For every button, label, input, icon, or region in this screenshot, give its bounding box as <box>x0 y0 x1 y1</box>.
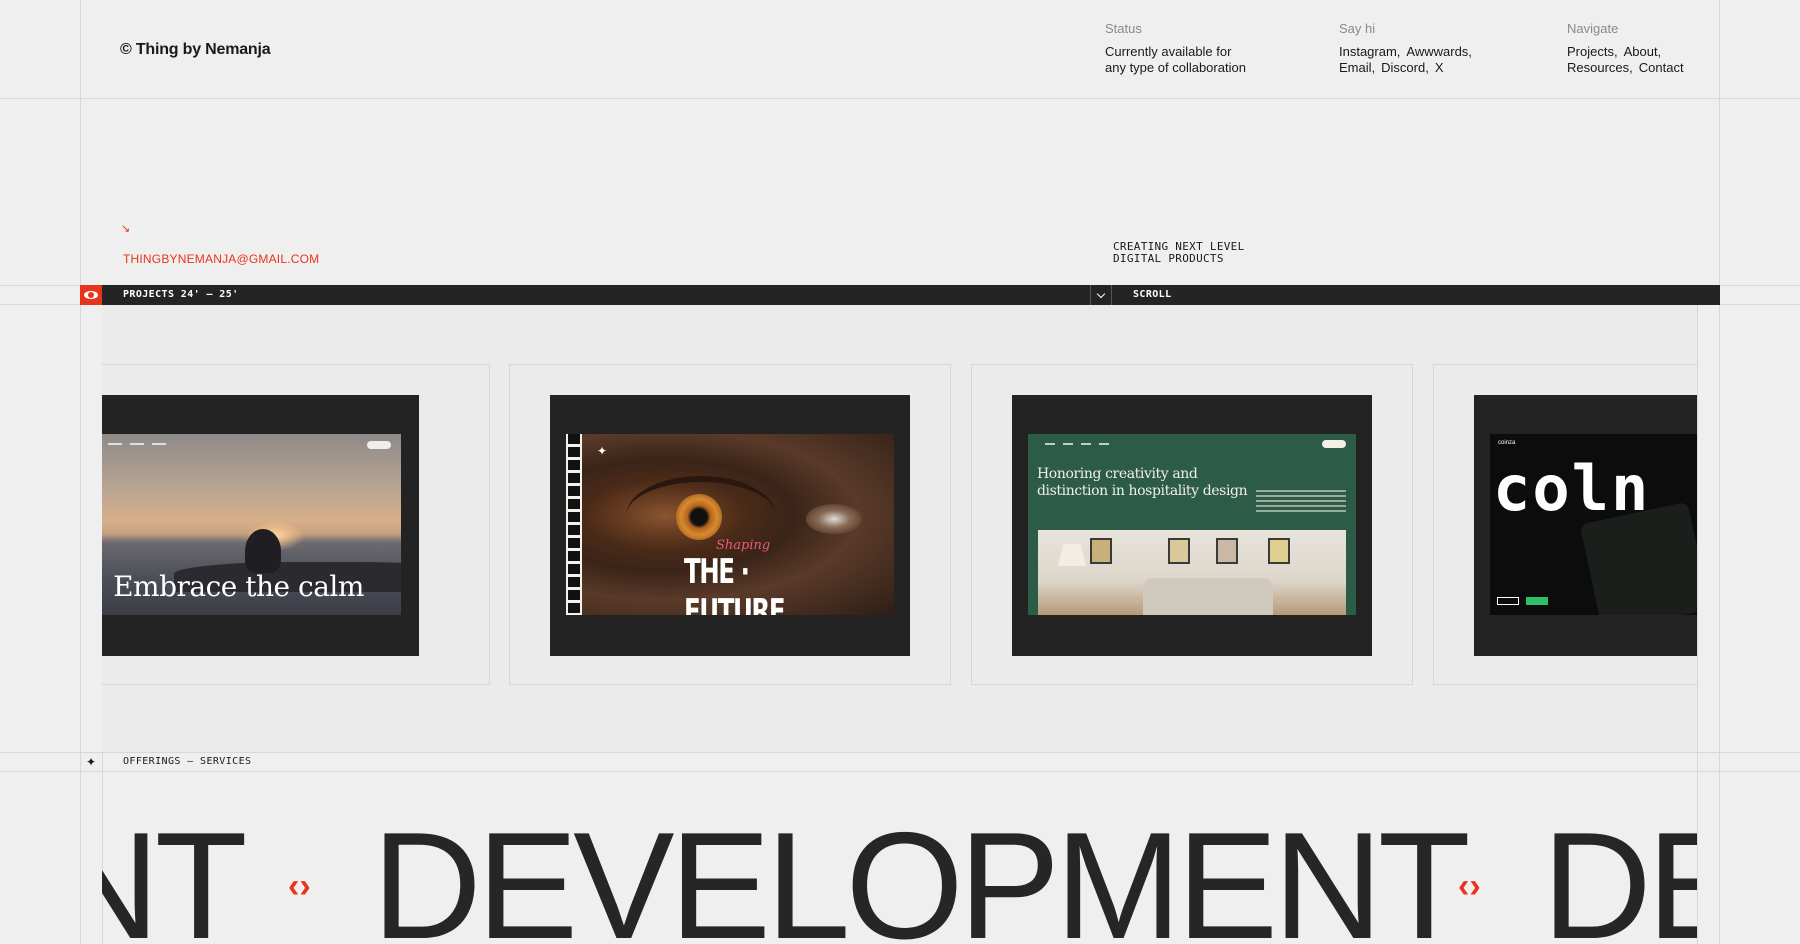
scroll-label: SCROLL <box>1133 289 1172 300</box>
guide-line <box>1697 305 1698 944</box>
mini-nav <box>102 441 391 449</box>
marquee-word-next: DE <box>1542 801 1697 944</box>
project-script: Shaping <box>716 538 771 553</box>
project-headline-line-2: distinction in hospitality design <box>1037 483 1248 499</box>
status-label: Status <box>1105 21 1142 36</box>
navigate-column: Navigate Projects, About, Resources, Conta… <box>1567 21 1690 76</box>
projects-bar <box>80 285 1720 305</box>
site-header: © Thing by Nemanja Status Currently avai… <box>0 0 1800 99</box>
project-thumbnail: coinza coln <box>1474 395 1697 656</box>
project-headline: THE · FUTURE <box>684 552 786 615</box>
project-card-calm[interactable]: Embrace the calm <box>102 364 490 685</box>
link-x[interactable]: X <box>1435 60 1444 75</box>
marquee-word-prev: NT <box>102 801 248 944</box>
chevron-down-icon[interactable] <box>1090 285 1112 305</box>
diamond-icon: ‹› <box>1458 867 1481 905</box>
project-card-future[interactable]: ✦ Shaping THE · FUTURE <box>509 364 951 685</box>
link-email[interactable]: Email, <box>1339 60 1375 75</box>
project-brand: coinza <box>1498 440 1516 446</box>
eye-icon <box>80 285 102 305</box>
nav-projects[interactable]: Projects, <box>1567 44 1618 59</box>
offerings-bar-rule <box>0 752 1800 772</box>
project-thumbnail: ✦ Shaping THE · FUTURE <box>550 395 910 656</box>
project-card-coinza[interactable]: coinza coln <box>1433 364 1697 685</box>
star-icon: ✦ <box>85 755 97 769</box>
navigate-label: Navigate <box>1567 21 1619 36</box>
say-hi-column: Say hi Instagram, Awwwards, Email, Discord… <box>1339 21 1478 76</box>
services-marquee: NT ‹› DEVELOPMENT ‹› DE <box>102 772 1697 944</box>
nav-contact[interactable]: Contact <box>1639 60 1684 75</box>
link-discord[interactable]: Discord, <box>1381 60 1429 75</box>
status-column: Status Currently available for any type … <box>1105 21 1246 76</box>
projects-label: PROJECTS 24' — 25' <box>123 289 239 300</box>
project-screen: Honoring creativity and distinction in h… <box>1028 434 1356 615</box>
marquee-word-main: DEVELOPMENT <box>372 801 1471 944</box>
projects-carousel[interactable]: Embrace the calm ✦ Shaping THE · FUTURE … <box>102 305 1697 753</box>
say-hi-links-row-1: Instagram, Awwwards, <box>1339 44 1478 60</box>
tagline: CREATING NEXT LEVEL DIGITAL PRODUCTS <box>1113 241 1245 265</box>
brand-logo[interactable]: © Thing by Nemanja <box>120 41 271 59</box>
project-headline: Embrace the calm <box>113 570 364 603</box>
project-card-hospitality[interactable]: Honoring creativity and distinction in h… <box>971 364 1413 685</box>
navigate-links-row-1: Projects, About, <box>1567 44 1690 60</box>
project-headline: Honoring creativity and distinction in h… <box>1037 466 1248 500</box>
say-hi-links-row-2: Email, Discord, X <box>1339 60 1478 76</box>
link-awwwards[interactable]: Awwwards, <box>1406 44 1472 59</box>
diamond-icon: ‹› <box>288 867 311 905</box>
navigate-links-row-2: Resources, Contact <box>1567 60 1690 76</box>
project-screen: coinza coln <box>1490 434 1697 615</box>
status-line-2: any type of collaboration <box>1105 60 1246 75</box>
offerings-label: OFFERINGS — SERVICES <box>123 756 252 767</box>
nav-resources[interactable]: Resources, <box>1567 60 1633 75</box>
guide-line <box>80 0 81 944</box>
nav-about[interactable]: About, <box>1624 44 1662 59</box>
project-screen: Embrace the calm <box>102 434 401 615</box>
sparkle-icon: ✦ <box>597 444 608 458</box>
link-instagram[interactable]: Instagram, <box>1339 44 1400 59</box>
project-headline-line-1: Honoring creativity and <box>1037 466 1198 482</box>
arrow-down-right-icon: ↘ <box>121 223 131 235</box>
project-thumbnail: Honoring creativity and distinction in h… <box>1012 395 1372 656</box>
tagline-line-2: DIGITAL PRODUCTS <box>1113 252 1224 265</box>
say-hi-label: Say hi <box>1339 21 1376 36</box>
email-link[interactable]: THINGBYNEMANJA@GMAIL.COM <box>123 252 319 266</box>
project-screen: ✦ Shaping THE · FUTURE <box>566 434 894 615</box>
guide-line <box>1719 0 1720 944</box>
project-thumbnail: Embrace the calm <box>102 395 419 656</box>
status-line-1: Currently available for <box>1105 44 1232 59</box>
